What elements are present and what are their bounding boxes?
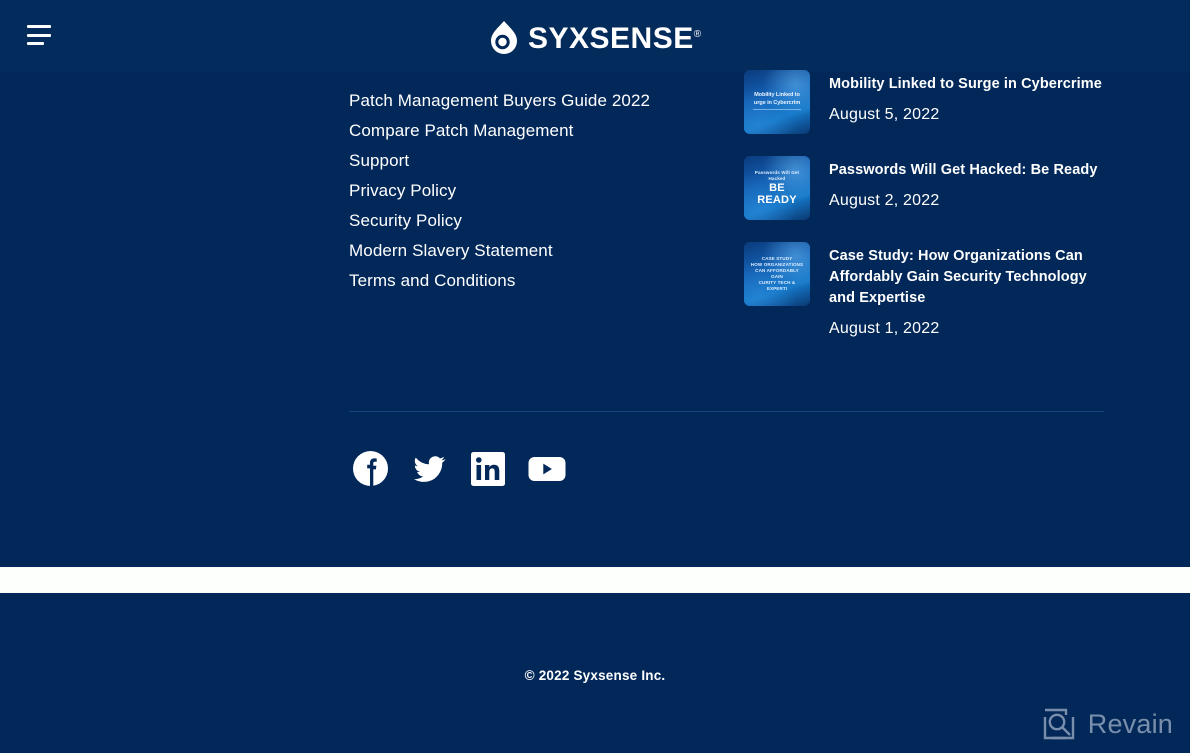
- post-date: August 2, 2022: [829, 192, 940, 209]
- post-date: August 1, 2022: [829, 320, 940, 337]
- registered-trademark-icon: ®: [693, 29, 702, 40]
- syxsense-droplet-logo-icon: [491, 21, 517, 54]
- social-link-twitter[interactable]: [411, 450, 448, 487]
- social-link-linkedin[interactable]: [470, 451, 506, 487]
- hamburger-bar-top: [27, 25, 51, 28]
- footer-link-privacy-policy[interactable]: Privacy Policy: [349, 176, 709, 206]
- youtube-icon: [528, 456, 566, 481]
- footer-recent-posts-column: Mobility Linked to urge in Cybercrim Mob…: [744, 70, 1104, 340]
- hamburger-menu-icon[interactable]: [27, 25, 51, 45]
- post-thumbnail-text-line2: BE READY: [757, 182, 797, 206]
- hamburger-bar-middle: [27, 33, 51, 37]
- hamburger-bar-bottom: [27, 42, 44, 45]
- page-root: SYXSENSE® Patch Management Buyers Guide …: [0, 0, 1190, 753]
- post-thumbnail-text-line1: Passwords Will Get Hacked: [754, 170, 800, 181]
- post-text-block: Case Study: How Organizations Can Afford…: [829, 242, 1104, 340]
- white-separator-band: [0, 567, 1190, 593]
- post-thumbnail-overlay: Passwords Will Get Hacked BE READY: [747, 159, 807, 217]
- social-link-youtube[interactable]: [528, 455, 566, 483]
- footer-link-modern-slavery-statement[interactable]: Modern Slavery Statement: [349, 236, 709, 266]
- post-thumbnail[interactable]: Passwords Will Get Hacked BE READY: [744, 156, 810, 220]
- post-date: August 5, 2022: [829, 106, 940, 123]
- post-title[interactable]: Mobility Linked to Surge in Cybercrime: [829, 74, 1104, 95]
- footer-links-column: Patch Management Buyers Guide 2022 Compa…: [349, 86, 709, 296]
- post-thumbnail-rule: [752, 108, 802, 110]
- revain-watermark-text: Revain: [1087, 709, 1173, 739]
- footer-link-terms-and-conditions[interactable]: Terms and Conditions: [349, 266, 709, 296]
- site-header: SYXSENSE®: [0, 0, 1190, 72]
- social-link-facebook[interactable]: [352, 450, 389, 487]
- post-thumbnail-text-line4: CURITY TECH & EXPERTI: [758, 280, 796, 291]
- logo-wordmark: SYXSENSE®: [528, 22, 702, 55]
- copyright-text: © 2022 Syxsense Inc.: [524, 668, 666, 683]
- footer-link-patch-management-buyers-guide[interactable]: Patch Management Buyers Guide 2022: [349, 86, 709, 116]
- linkedin-icon: [471, 451, 505, 486]
- post-thumbnail-text-line1: Mobility Linked to: [754, 92, 800, 99]
- footer-link-support[interactable]: Support: [349, 146, 709, 176]
- footer-divider: [349, 411, 1104, 412]
- post-item: Passwords Will Get Hacked BE READY Passw…: [744, 156, 1104, 220]
- social-links: [352, 450, 566, 487]
- post-thumbnail[interactable]: CASE STUDY HOW ORGANIZATIONS CAN AFFORDA…: [744, 242, 810, 306]
- post-thumbnail[interactable]: Mobility Linked to urge in Cybercrim: [744, 70, 810, 134]
- footer-link-security-policy[interactable]: Security Policy: [349, 206, 709, 236]
- post-title[interactable]: Case Study: How Organizations Can Afford…: [829, 246, 1104, 309]
- post-thumbnail-text-line3: CAN AFFORDABLY GAIN: [755, 268, 799, 279]
- revain-logo-icon: [1043, 708, 1074, 740]
- footer-link-compare-patch-management[interactable]: Compare Patch Management: [349, 116, 709, 146]
- post-text-block: Passwords Will Get Hacked: Be Ready Augu…: [829, 156, 1104, 220]
- revain-watermark: Revain: [1042, 707, 1173, 741]
- site-logo[interactable]: SYXSENSE®: [489, 18, 702, 56]
- post-text-block: Mobility Linked to Surge in Cybercrime A…: [829, 70, 1104, 134]
- post-thumbnail-overlay: CASE STUDY HOW ORGANIZATIONS CAN AFFORDA…: [747, 245, 807, 303]
- post-item: CASE STUDY HOW ORGANIZATIONS CAN AFFORDA…: [744, 242, 1104, 340]
- post-thumbnail-text-line2: urge in Cybercrim: [753, 99, 801, 106]
- post-title[interactable]: Passwords Will Get Hacked: Be Ready: [829, 160, 1104, 181]
- facebook-icon: [353, 451, 388, 486]
- post-item: Mobility Linked to urge in Cybercrim Mob…: [744, 70, 1104, 134]
- post-thumbnail-overlay: Mobility Linked to urge in Cybercrim: [747, 73, 807, 131]
- twitter-icon: [413, 456, 446, 482]
